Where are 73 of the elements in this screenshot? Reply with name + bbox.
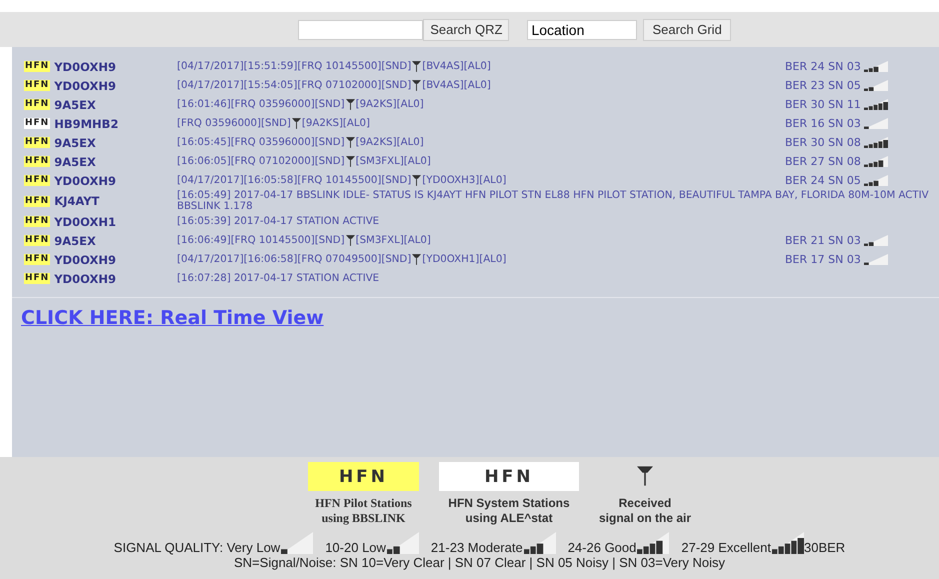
callsign: YD0OXH9	[54, 60, 116, 74]
message-text: [04/17/2017][15:54:05][FRQ 07102000][SND]	[177, 80, 412, 91]
signal-reading: BER 24 SN 05	[785, 174, 861, 187]
message-text: [BV4AS][AL0]	[422, 61, 491, 72]
antenna-icon	[636, 466, 653, 486]
quality-label: 10-20 Low	[325, 540, 386, 555]
search-qrz-button[interactable]: Search QRZ	[423, 18, 510, 40]
message-text: [FRQ 03596000][SND]	[177, 118, 291, 129]
message-text: [SM3FXL][AL0]	[356, 235, 431, 246]
station-badge: HFN	[24, 235, 50, 246]
callsign: YD0OXH1	[54, 214, 116, 228]
station-badge: HFN	[438, 462, 579, 491]
signal-reading: BER 30 SN 08	[785, 136, 861, 149]
message-text: [16:07:28] 2017-04-17 STATION ACTIVE	[177, 273, 380, 284]
station-badge: HFN	[24, 254, 50, 265]
signal-reading: BER 21 SN 03	[785, 234, 861, 247]
callsign: YD0OXH9	[54, 174, 116, 188]
signal-reading: BER 27 SN 08	[785, 155, 861, 168]
message-text: [16:05:49] 2017-04-17 BBSLINK IDLE- STATUS IS KJ4AYT HFN PILOT STN EL88 HFN PILOT STATION, BEAUTIFUL TAMPA BAY, FLORIDA 80M-10M ACTIV	[177, 190, 929, 201]
real-time-view-link[interactable]: CLICK HERE: Real Time View	[21, 307, 324, 329]
station-badge: HFN	[24, 156, 50, 167]
station-badge: HFN	[24, 175, 50, 186]
station-badge: HFN	[24, 137, 50, 148]
callsign: YD0OXH9	[54, 252, 116, 266]
message-text: [9A2KS][AL0]	[356, 137, 424, 148]
callsign-search-field[interactable]	[298, 20, 424, 40]
callsign: 9A5EX	[54, 98, 96, 112]
message-text: [YD0OXH1][AL0]	[422, 254, 506, 265]
legend-caption: Received signal on the air	[598, 496, 691, 526]
callsign: 9A5EX	[54, 154, 96, 168]
station-badge: HFN	[308, 462, 419, 491]
message-text: [16:05:39] 2017-04-17 STATION ACTIVE	[177, 216, 380, 227]
message-text: [9A2KS][AL0]	[302, 118, 370, 129]
message-text: [16:05:45][FRQ 03596000][SND]	[177, 137, 345, 148]
search-grid-button[interactable]: Search Grid	[643, 18, 731, 40]
station-badge: HFN	[24, 118, 50, 129]
signal-reading: BER 23 SN 05	[785, 79, 861, 92]
legend-caption: HFN System Stations using ALE^stat	[448, 496, 570, 526]
legend-caption: HFN Pilot Stations using BBSLINK	[315, 496, 412, 526]
callsign: YD0OXH9	[54, 272, 116, 286]
callsign: KJ4AYT	[54, 194, 100, 208]
signal-noise-note: SN=Signal/Noise: SN 10=Very Clear | SN 07 Clear | SN 05 Noisy | SN 03=Very Noisy	[234, 555, 725, 570]
message-text: [YD0OXH3][AL0]	[422, 175, 506, 186]
signal-reading: BER 30 SN 11	[785, 98, 861, 111]
message-text: [04/17/2017][16:05:58][FRQ 10145500][SND]	[177, 175, 412, 186]
message-text: [SM3FXL][AL0]	[356, 156, 431, 167]
station-badge: HFN	[24, 61, 50, 72]
callsign: YD0OXH9	[54, 78, 116, 92]
station-badge: HFN	[24, 80, 50, 91]
quality-label: SIGNAL QUALITY: Very Low	[114, 540, 280, 555]
message-text: [16:06:49][FRQ 10145500][SND]	[177, 235, 345, 246]
station-badge: HFN	[24, 273, 50, 284]
quality-label: 21-23 Moderate	[430, 540, 523, 555]
location-field[interactable]: Location	[527, 20, 638, 40]
message-text: [BV4AS][AL0]	[422, 80, 491, 91]
message-text: [16:06:05][FRQ 07102000][SND]	[177, 156, 345, 167]
station-badge: HFN	[24, 216, 50, 227]
message-text: [04/17/2017][15:51:59][FRQ 10145500][SND]	[177, 61, 412, 72]
callsign: HB9MHB2	[54, 116, 118, 130]
message-text: [9A2KS][AL0]	[356, 99, 424, 110]
callsign: 9A5EX	[54, 136, 96, 150]
callsign: 9A5EX	[54, 234, 96, 248]
signal-reading: BER 17 SN 03	[785, 253, 861, 266]
message-text: [16:01:46][FRQ 03596000][SND]	[177, 99, 345, 110]
quality-label: 30BER	[804, 540, 846, 555]
message-text: BBSLINK 1.178	[177, 201, 254, 212]
quality-label: 27-29 Excellent	[681, 540, 771, 555]
signal-reading: BER 24 SN 03	[785, 60, 861, 73]
message-text: [04/17/2017][16:06:58][FRQ 07049500][SND]	[177, 254, 412, 265]
station-badge: HFN	[24, 99, 50, 110]
station-badge: HFN	[24, 196, 50, 206]
quality-label: 24-26 Good	[568, 540, 636, 555]
signal-reading: BER 16 SN 03	[785, 117, 861, 130]
